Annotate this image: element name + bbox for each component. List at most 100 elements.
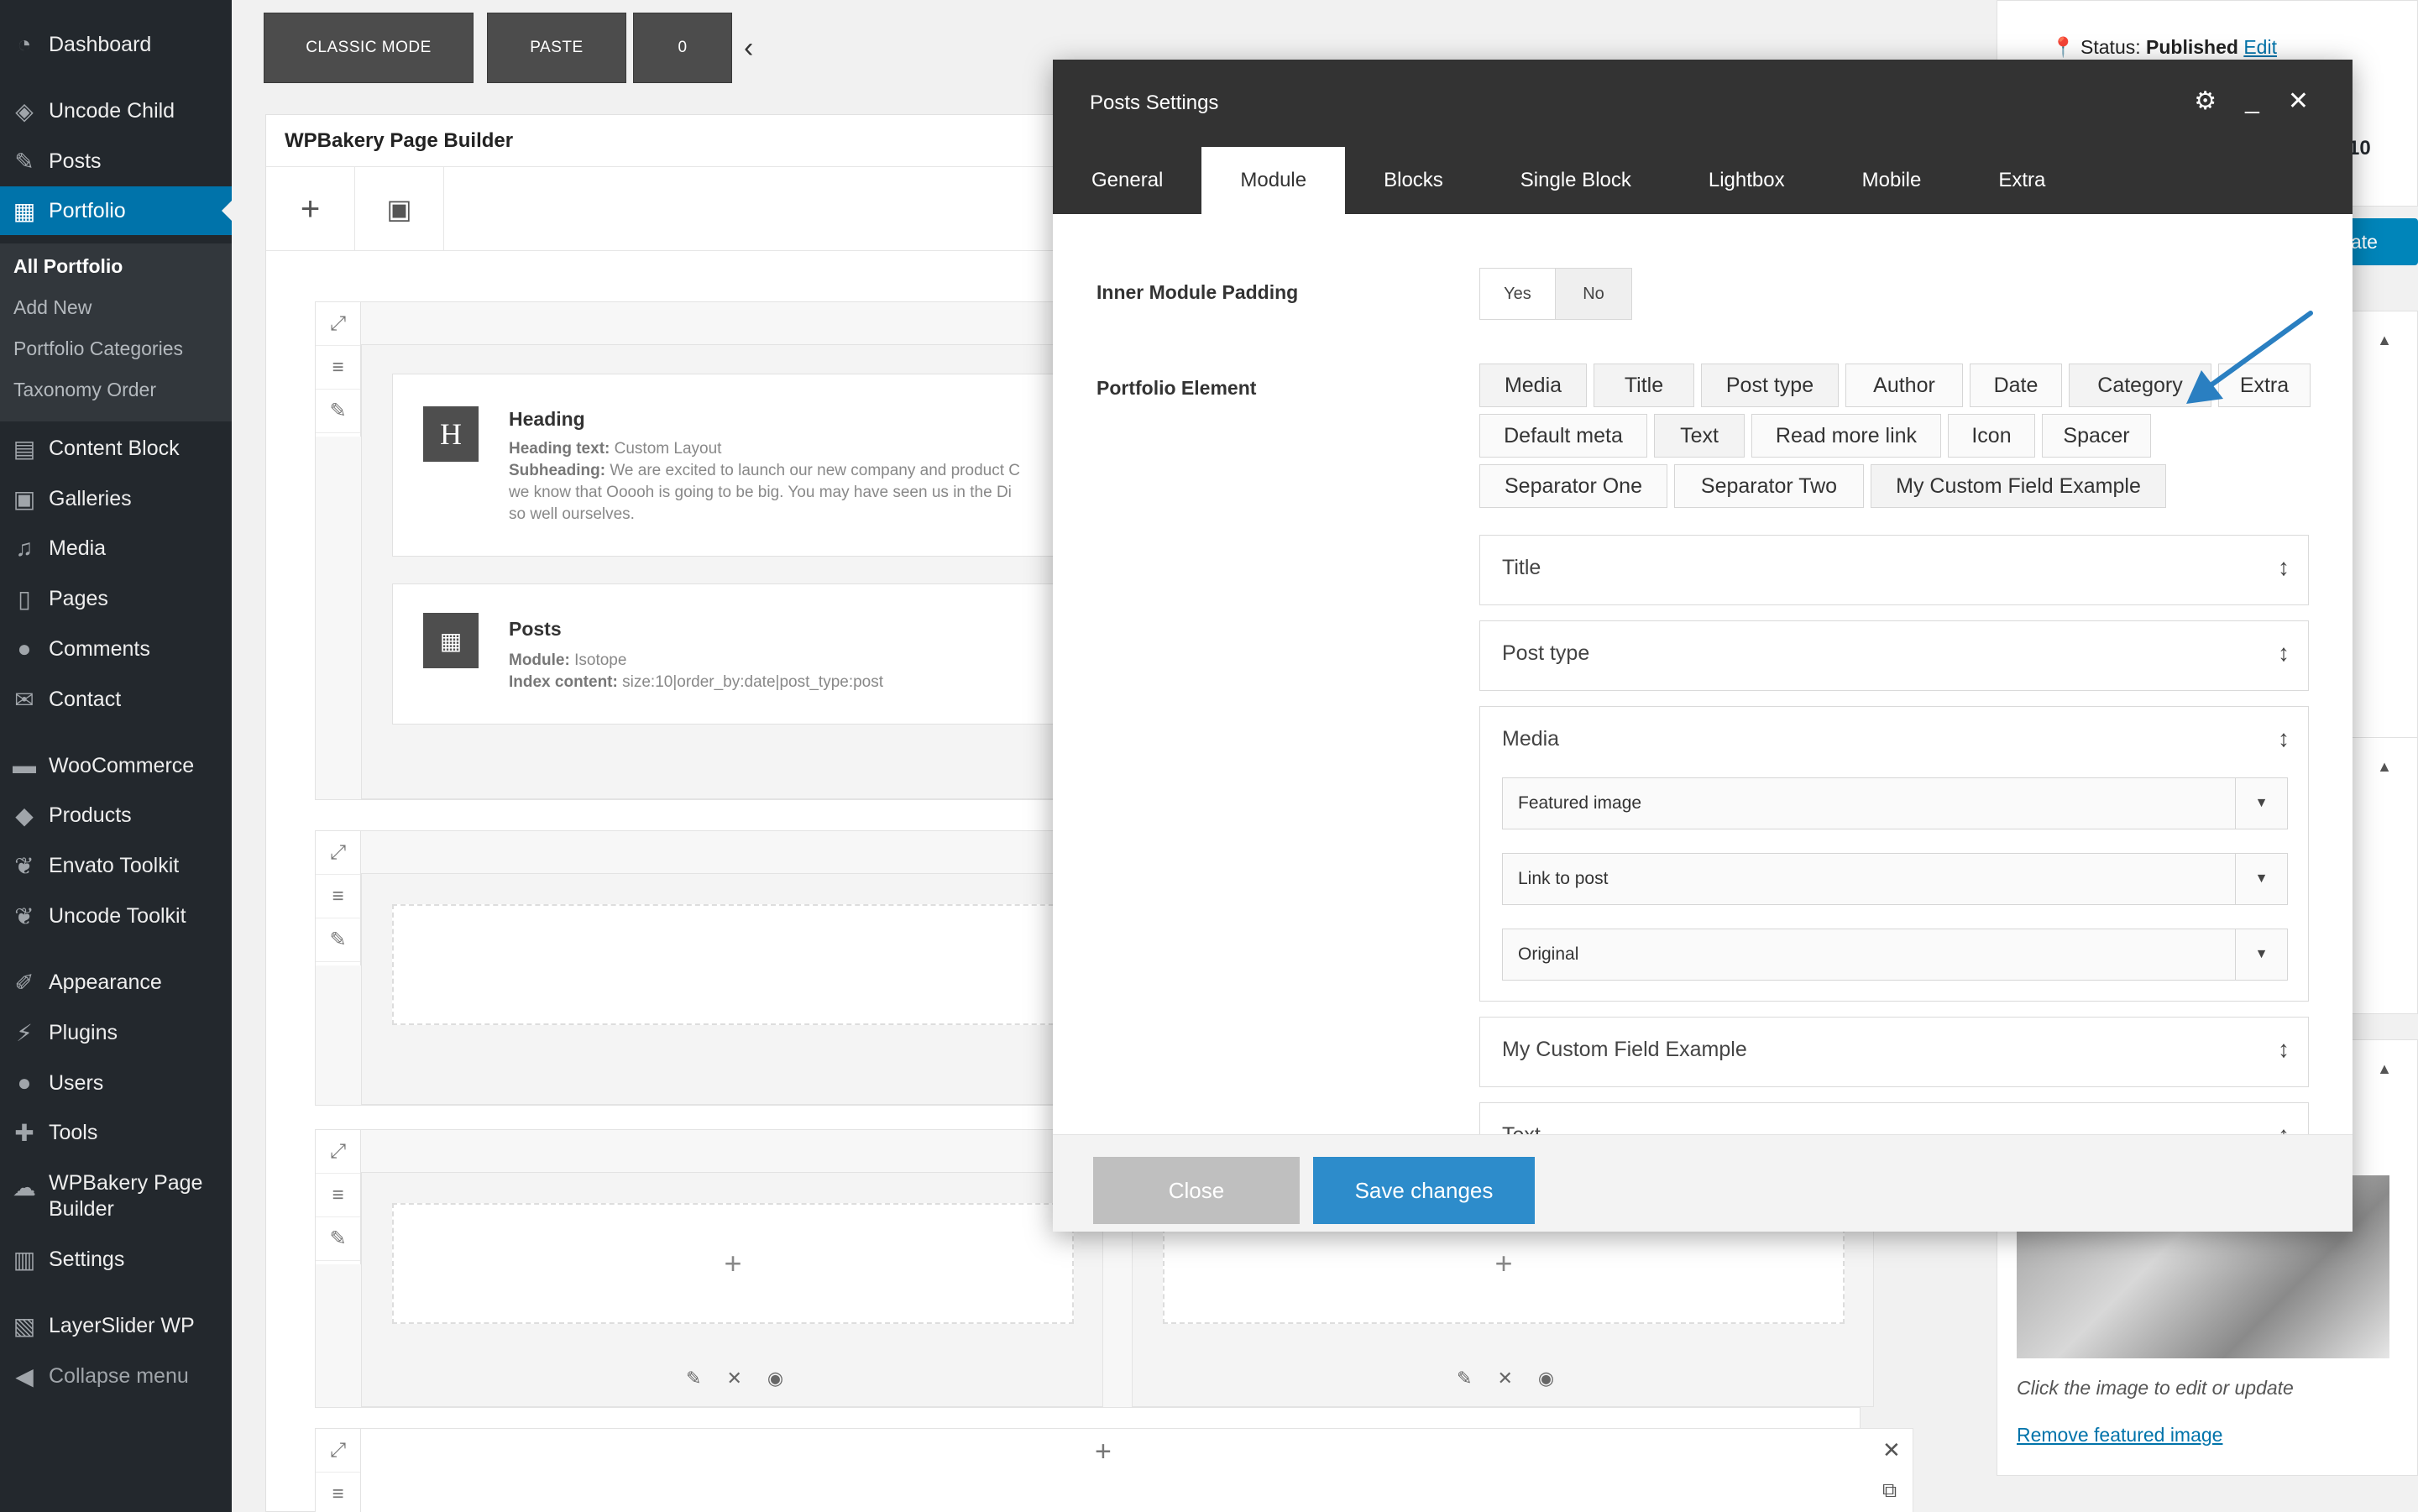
close-icon[interactable]: ✕ [726, 1368, 741, 1389]
sortable-post-type[interactable]: Post type ↕ [1479, 620, 2309, 691]
chevron-down-icon[interactable]: ▼ [2235, 778, 2287, 829]
media-size-select[interactable]: Original ▼ [1502, 929, 2288, 981]
tab-blocks[interactable]: Blocks [1345, 147, 1482, 214]
tab-module[interactable]: Module [1201, 147, 1346, 214]
caret-up-icon[interactable]: ▲ [2377, 332, 2392, 349]
submenu-add-new[interactable]: Add New [13, 296, 92, 319]
sidebar-item-dashboard[interactable]: ◔ Dashboard [0, 20, 232, 69]
tab-lightbox[interactable]: Lightbox [1670, 147, 1824, 214]
sidebar-item-products[interactable]: ◆ Products [0, 791, 232, 840]
minimize-icon[interactable]: _ [2245, 86, 2259, 116]
sidebar-item-layerslider[interactable]: ▧ LayerSlider WP [0, 1301, 232, 1350]
sidebar-item-woocommerce[interactable]: ▬ WooCommerce [0, 741, 232, 790]
save-changes-button[interactable]: Save changes [1313, 1157, 1535, 1224]
expand-icon[interactable]: ⤢ [316, 302, 360, 346]
drag-icon[interactable]: ≡ [316, 1473, 360, 1512]
chip-author[interactable]: Author [1845, 364, 1963, 407]
gear-icon[interactable]: ⚙ [2194, 86, 2216, 116]
close-button[interactable]: Close [1093, 1157, 1300, 1224]
templates-icon[interactable]: ▣ [355, 167, 444, 251]
color-icon[interactable]: ◉ [767, 1368, 783, 1389]
paste-button[interactable]: PASTE [487, 13, 626, 83]
submenu-taxonomy-order[interactable]: Taxonomy Order [13, 379, 156, 401]
chip-post-type[interactable]: Post type [1701, 364, 1839, 407]
chip-my-custom-field[interactable]: My Custom Field Example [1871, 464, 2166, 508]
sidebar-item-content-block[interactable]: ▤ Content Block [0, 424, 232, 473]
sort-arrows-icon[interactable]: ↕ [2278, 554, 2290, 581]
sidebar-item-plugins[interactable]: ⚡ Plugins [0, 1008, 232, 1057]
chevron-left-icon[interactable]: ‹ [744, 32, 753, 65]
sidebar-item-tools[interactable]: ✚ Tools [0, 1108, 232, 1157]
drag-icon[interactable]: ≡ [316, 346, 360, 390]
edit-icon[interactable]: ✎ [316, 1217, 360, 1261]
add-element-icon[interactable]: + [266, 167, 355, 251]
tab-single-block[interactable]: Single Block [1482, 147, 1670, 214]
edit-icon[interactable]: ✎ [1457, 1368, 1472, 1389]
sidebar-item-media[interactable]: ♫ Media [0, 524, 232, 573]
expand-icon[interactable]: ⤢ [316, 831, 360, 875]
sidebar-item-users[interactable]: ● Users [0, 1059, 232, 1107]
caret-up-icon[interactable]: ▲ [2377, 758, 2392, 776]
media-link-select[interactable]: Link to post ▼ [1502, 853, 2288, 905]
sort-arrows-icon[interactable]: ↕ [2278, 1036, 2290, 1063]
drag-icon[interactable]: ≡ [316, 875, 360, 918]
submenu-all-portfolio[interactable]: All Portfolio [13, 255, 123, 278]
chevron-down-icon[interactable]: ▼ [2235, 854, 2287, 904]
tab-mobile[interactable]: Mobile [1824, 147, 1960, 214]
no-option[interactable]: No [1556, 269, 1631, 319]
inner-padding-toggle[interactable]: Yes No [1479, 268, 1632, 320]
chip-separator-two[interactable]: Separator Two [1674, 464, 1864, 508]
sidebar-item-comments[interactable]: ● Comments [0, 625, 232, 673]
close-icon[interactable]: ✕ [1882, 1437, 1901, 1463]
submenu-portfolio-categories[interactable]: Portfolio Categories [13, 337, 183, 360]
sort-arrows-icon[interactable]: ↕ [2278, 725, 2290, 752]
chip-media[interactable]: Media [1479, 364, 1587, 407]
sidebar-item-settings[interactable]: ▥ Settings [0, 1235, 232, 1284]
sortable-title[interactable]: Title ↕ [1479, 535, 2309, 605]
expand-icon[interactable]: ⤢ [316, 1429, 360, 1473]
sidebar-item-posts[interactable]: ✎ Posts [0, 137, 232, 186]
sortable-media[interactable]: Media ↕ Featured image ▼ Link to post ▼ … [1479, 706, 2309, 1002]
sidebar-collapse-menu[interactable]: ◀ Collapse menu [0, 1352, 232, 1400]
chip-separator-one[interactable]: Separator One [1479, 464, 1667, 508]
expand-icon[interactable]: ⤢ [316, 1130, 360, 1174]
count-button[interactable]: 0 [633, 13, 732, 83]
yes-option[interactable]: Yes [1480, 269, 1556, 319]
sort-arrows-icon[interactable]: ↕ [2278, 640, 2290, 667]
chip-read-more-link[interactable]: Read more link [1751, 414, 1941, 458]
sidebar-item-portfolio[interactable]: ▦ Portfolio [0, 186, 232, 235]
chip-default-meta[interactable]: Default meta [1479, 414, 1647, 458]
add-element-dropzone[interactable]: + [392, 1203, 1074, 1324]
sidebar-item-wpbakery[interactable]: ☁ WPBakery Page Builder [0, 1167, 232, 1229]
classic-mode-button[interactable]: CLASSIC MODE [264, 13, 474, 83]
chip-icon[interactable]: Icon [1948, 414, 2035, 458]
sidebar-item-pages[interactable]: ▯ Pages [0, 574, 232, 623]
chevron-down-icon[interactable]: ▼ [2235, 929, 2287, 980]
chip-title[interactable]: Title [1594, 364, 1694, 407]
sidebar-item-appearance[interactable]: ✐ Appearance [0, 958, 232, 1007]
sidebar-item-uncode-child[interactable]: ◈ Uncode Child [0, 86, 232, 135]
media-source-select[interactable]: Featured image ▼ [1502, 777, 2288, 829]
color-icon[interactable]: ◉ [1538, 1368, 1554, 1389]
chip-date[interactable]: Date [1970, 364, 2062, 407]
sidebar-item-uncode-toolkit[interactable]: ❦ Uncode Toolkit [0, 892, 232, 940]
add-column-icon[interactable]: + [1095, 1436, 1112, 1468]
chip-text[interactable]: Text [1654, 414, 1745, 458]
clone-icon[interactable]: ⧉ [1882, 1479, 1897, 1503]
sortable-my-custom-field[interactable]: My Custom Field Example ↕ [1479, 1017, 2309, 1087]
edit-status-link[interactable]: Edit [2243, 36, 2277, 58]
edit-icon[interactable]: ✎ [316, 918, 360, 962]
close-icon[interactable]: ✕ [2288, 86, 2309, 116]
sidebar-item-contact[interactable]: ✉ Contact [0, 675, 232, 724]
caret-up-icon[interactable]: ▲ [2377, 1060, 2392, 1078]
drag-icon[interactable]: ≡ [316, 1174, 360, 1217]
tab-extra[interactable]: Extra [1960, 147, 2084, 214]
edit-icon[interactable]: ✎ [686, 1368, 701, 1389]
edit-icon[interactable]: ✎ [316, 390, 360, 433]
tab-general[interactable]: General [1053, 147, 1201, 214]
update-button[interactable]: ate [2349, 218, 2418, 265]
close-icon[interactable]: ✕ [1497, 1368, 1512, 1389]
chip-spacer[interactable]: Spacer [2042, 414, 2151, 458]
remove-featured-image-link[interactable]: Remove featured image [2017, 1424, 2222, 1447]
sidebar-item-envato-toolkit[interactable]: ❦ Envato Toolkit [0, 841, 232, 890]
